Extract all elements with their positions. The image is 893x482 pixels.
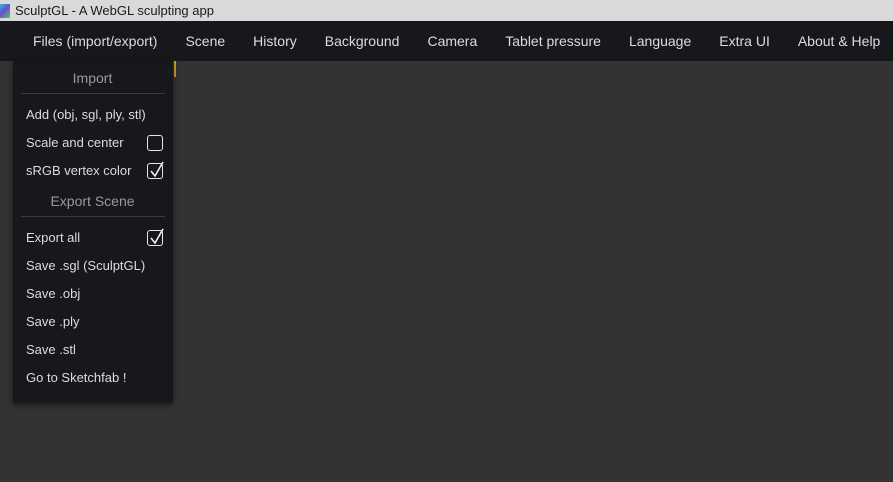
checkmark-icon (150, 161, 164, 178)
srgb-vertex-color-label: sRGB vertex color (26, 163, 132, 178)
menu-extra-ui[interactable]: Extra UI (705, 21, 784, 61)
menu-language[interactable]: Language (615, 21, 705, 61)
side-panel-accent-edge (174, 61, 176, 77)
export-section-title: Export Scene (50, 193, 135, 209)
save-stl-button[interactable]: Save .stl (26, 339, 166, 361)
menu-about-help[interactable]: About & Help (784, 21, 893, 61)
menu-scene[interactable]: Scene (171, 21, 239, 61)
import-divider (21, 93, 165, 94)
menu-tablet-pressure[interactable]: Tablet pressure (491, 21, 615, 61)
save-obj-button[interactable]: Save .obj (26, 283, 166, 305)
menu-history[interactable]: History (239, 21, 311, 61)
scale-center-checkbox[interactable] (147, 135, 163, 151)
scale-center-label: Scale and center (26, 135, 124, 150)
export-all-label: Export all (26, 230, 81, 245)
menu-background[interactable]: Background (311, 21, 414, 61)
menu-files[interactable]: Files (import/export) (19, 21, 171, 61)
save-sgl-button[interactable]: Save .sgl (SculptGL) (26, 255, 166, 277)
checkmark-icon (150, 228, 164, 245)
import-section-title: Import (72, 70, 113, 86)
save-ply-button[interactable]: Save .ply (26, 311, 166, 333)
sketchfab-button[interactable]: Go to Sketchfab ! (26, 367, 166, 389)
sculptgl-app-icon (0, 3, 10, 18)
add-file-button[interactable]: Add (obj, sgl, ply, stl) (26, 104, 166, 126)
menu-camera[interactable]: Camera (413, 21, 491, 61)
top-menubar: Files (import/export) Scene History Back… (0, 21, 893, 61)
window-title: SculptGL - A WebGL sculpting app (15, 3, 214, 18)
export-all-checkbox[interactable] (147, 228, 164, 246)
window-titlebar: SculptGL - A WebGL sculpting app (0, 0, 893, 21)
files-dropdown-menu: Import Add (obj, sgl, ply, stl) Scale an… (13, 61, 173, 403)
export-divider (21, 216, 165, 217)
srgb-vertex-color-checkbox[interactable] (147, 161, 164, 179)
